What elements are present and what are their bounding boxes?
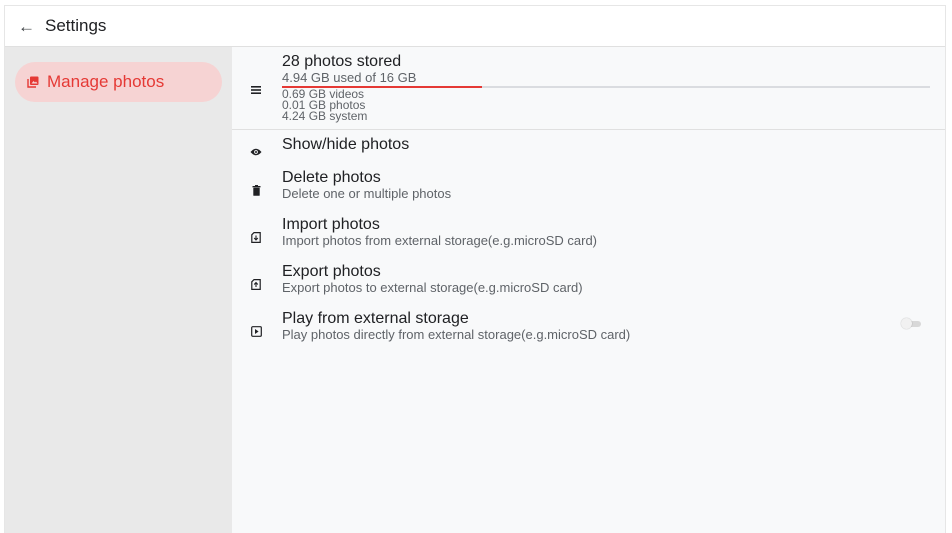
sd-card-export-icon — [250, 278, 262, 290]
external-storage-toggle[interactable] — [901, 318, 921, 329]
sidebar: Manage photos — [5, 47, 232, 533]
list-icon — [250, 84, 262, 96]
top-bar: ← Settings — [5, 6, 945, 47]
item-subtitle: Play photos directly from external stora… — [282, 327, 631, 342]
arrow-left-icon[interactable]: ← — [18, 18, 35, 35]
storage-summary: 28 photos stored 4.94 GB used of 16 GB 0… — [232, 47, 945, 130]
play-from-external-storage-item[interactable]: Play from external storage Play photos d… — [232, 310, 945, 357]
sd-card-import-icon — [250, 231, 262, 243]
sidebar-item-label: Manage photos — [47, 72, 165, 91]
item-title: Export photos — [282, 263, 381, 280]
sidebar-item-manage-photos[interactable]: Manage photos — [15, 62, 222, 102]
eye-icon — [250, 146, 262, 158]
import-photos-item[interactable]: Import photos Import photos from externa… — [232, 216, 945, 263]
show-hide-photos-item[interactable]: Show/hide photos — [232, 135, 945, 169]
item-subtitle: Export photos to external storage(e.g.mi… — [282, 280, 583, 295]
delete-photos-item[interactable]: Delete photos Delete one or multiple pho… — [232, 169, 945, 216]
trash-icon — [250, 184, 262, 196]
page-title: Settings — [45, 16, 107, 35]
storage-title: 28 photos stored — [282, 53, 402, 70]
item-title: Import photos — [282, 216, 380, 233]
photo-library-icon — [27, 76, 39, 88]
storage-detail-photos: 0.01 GB photos — [282, 98, 366, 112]
item-subtitle: Delete one or multiple photos — [282, 186, 452, 201]
storage-progress-bar — [282, 86, 930, 88]
item-title: Show/hide photos — [282, 136, 410, 153]
storage-detail-system: 4.24 GB system — [282, 109, 368, 123]
item-title: Delete photos — [282, 169, 381, 186]
item-title: Play from external storage — [282, 310, 469, 327]
item-subtitle: Import photos from external storage(e.g.… — [282, 233, 598, 248]
storage-used: 4.94 GB used of 16 GB — [282, 70, 417, 85]
main-content: 28 photos stored 4.94 GB used of 16 GB 0… — [232, 47, 945, 533]
play-box-icon — [250, 325, 262, 337]
export-photos-item[interactable]: Export photos Export photos to external … — [232, 263, 945, 310]
storage-detail-videos: 0.69 GB videos — [282, 87, 365, 101]
settings-window: ← Settings Manage photos 28 photos store — [4, 5, 946, 533]
storage-progress-fill — [282, 86, 483, 88]
toggle-thumb — [901, 318, 912, 329]
